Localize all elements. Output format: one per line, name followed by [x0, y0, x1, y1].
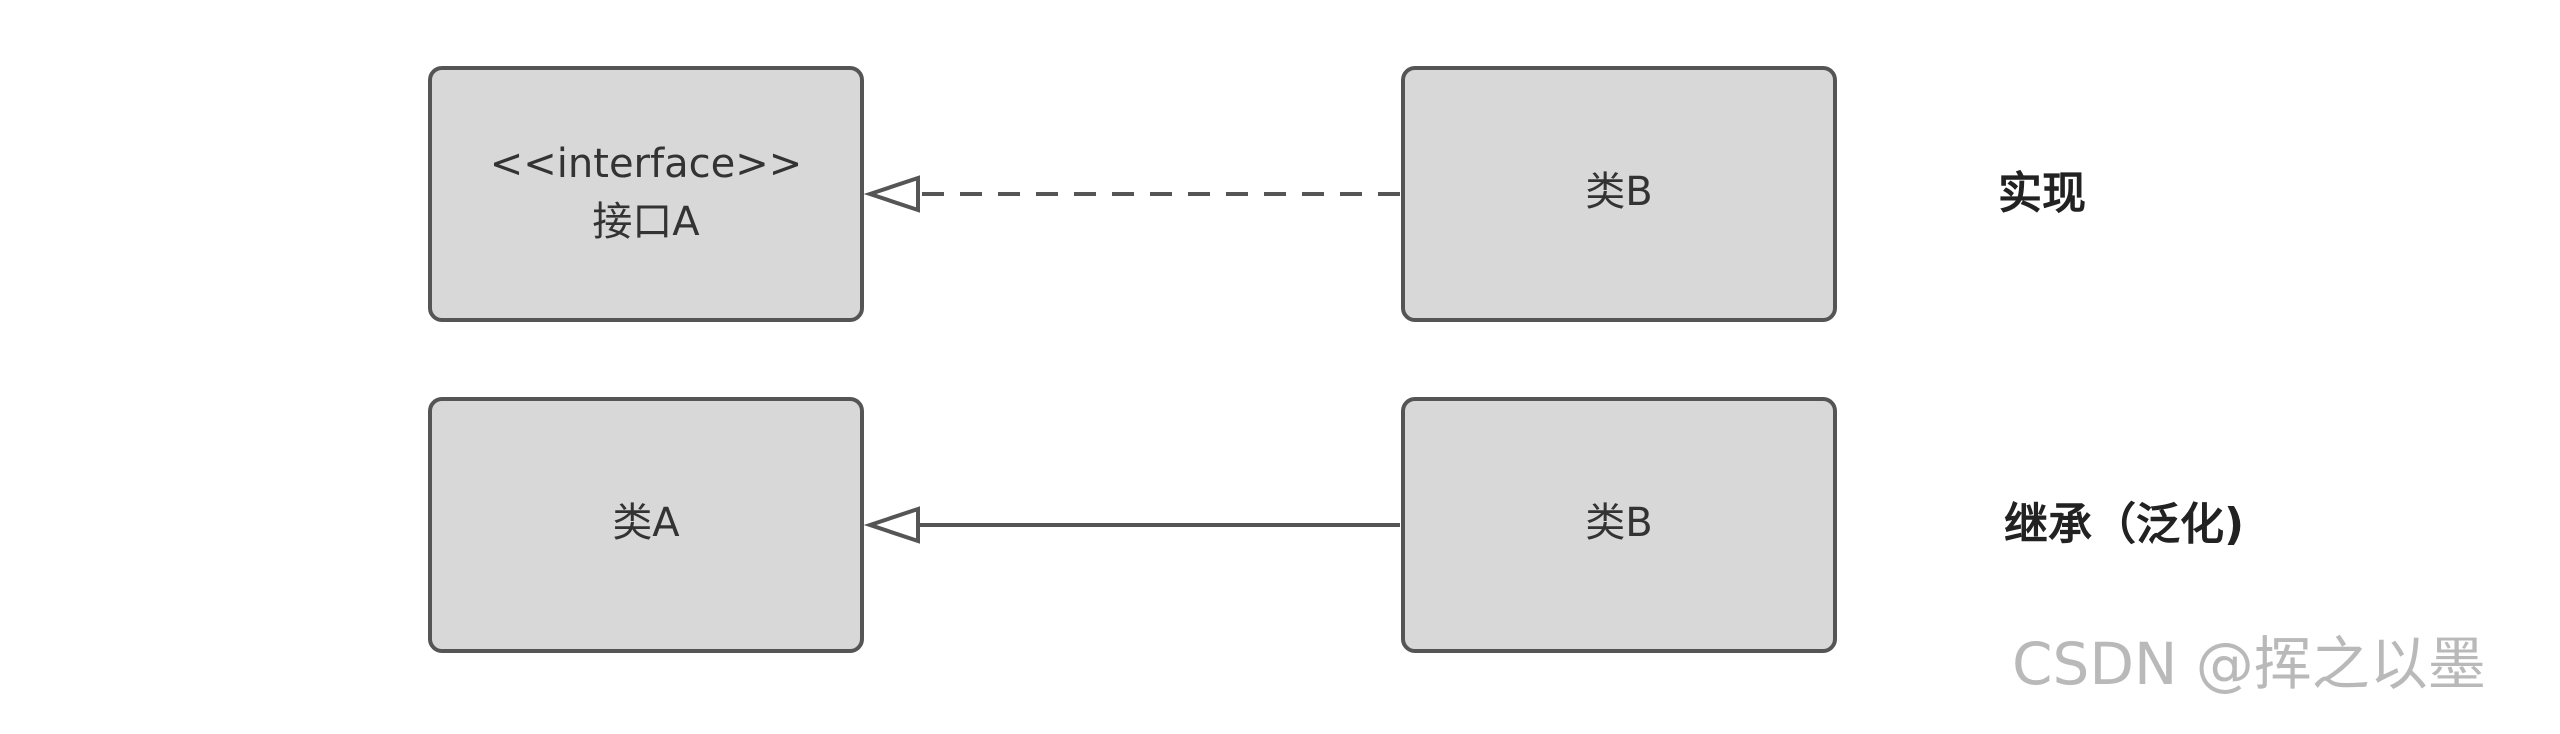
realization-label: 实现 [1998, 168, 2086, 219]
class-a-name: 类A [612, 500, 680, 546]
class-a-box: 类A [428, 397, 864, 653]
class-b-name-top: 类B [1585, 169, 1652, 215]
generalization-label: 继承（泛化) [2004, 499, 2244, 550]
realization-connector [863, 175, 1400, 213]
interface-a-box: <<interface>> 接口A [428, 66, 864, 322]
csdn-watermark: CSDN @挥之以墨 [2012, 630, 2486, 698]
generalization-connector [863, 506, 1400, 544]
class-b-box-top: 类B [1401, 66, 1837, 322]
class-b-name-bottom: 类B [1585, 500, 1652, 546]
interface-a-name: 接口A [592, 199, 700, 245]
class-b-box-bottom: 类B [1401, 397, 1837, 653]
generalization-hollow-arrowhead [863, 506, 920, 544]
uml-diagram: <<interface>> 接口A 类B 实现 类A 类B 继承（泛化) CSD… [428, 66, 2486, 698]
realization-hollow-arrowhead [863, 175, 920, 213]
interface-a-stereotype: <<interface>> [490, 141, 802, 187]
